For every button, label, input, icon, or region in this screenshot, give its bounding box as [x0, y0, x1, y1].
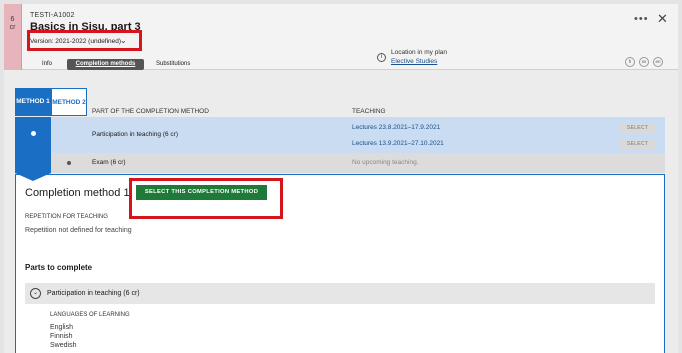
select-teaching-button[interactable]: SELECT: [620, 140, 655, 149]
tab-method-1[interactable]: METHOD 1: [15, 88, 51, 116]
tab-substitutions[interactable]: Substitutions: [156, 61, 190, 67]
info-icon: i: [377, 53, 386, 62]
course-modal: 6 cr TESTI-A1002 Basics in Sisu, part 3 …: [0, 0, 682, 353]
language-sv-button[interactable]: sv: [639, 57, 649, 67]
location-link[interactable]: Elective Studies: [391, 58, 437, 65]
language-item: English: [50, 324, 73, 331]
column-header-teaching: TEACHING: [352, 108, 386, 115]
panel-title: Completion method 1: [25, 187, 130, 199]
credits-badge: 6 cr: [4, 4, 22, 70]
dot-icon: [67, 161, 71, 165]
location-label: Location in my plan: [391, 49, 448, 56]
part-label: Participation in teaching (6 cr): [92, 131, 178, 138]
chevron-down-icon[interactable]: ⌄: [120, 36, 127, 45]
completion-method-panel: [15, 174, 665, 353]
tab-info[interactable]: Info: [42, 61, 52, 67]
part-label: Exam (6 cr): [92, 159, 126, 166]
teaching-link[interactable]: Lectures 23.8.2021–17.9.2021: [352, 124, 440, 131]
no-teaching-text: No upcoming teaching.: [352, 159, 419, 166]
language-fi-button[interactable]: fi: [625, 57, 635, 67]
close-icon[interactable]: ✕: [657, 11, 668, 27]
chevron-down-icon[interactable]: ⌄: [30, 288, 41, 299]
language-item: Finnish: [50, 333, 73, 340]
version-selector[interactable]: Version: 2021-2022 (undefined): [30, 38, 121, 45]
panel-pointer: [15, 173, 51, 181]
parts-title: Parts to complete: [25, 263, 93, 272]
tab-completion-methods[interactable]: Completion methods: [67, 59, 144, 70]
more-options-icon[interactable]: •••: [634, 13, 649, 25]
column-header-part: PART OF THE COMPLETION METHOD: [92, 108, 209, 115]
tab-method-2[interactable]: METHOD 2: [51, 88, 87, 116]
modal-header: TESTI-A1002 Basics in Sisu, part 3 Versi…: [22, 4, 678, 70]
language-en-button[interactable]: en: [653, 57, 663, 67]
repetition-text: Repetition not defined for teaching: [25, 227, 132, 234]
course-code: TESTI-A1002: [30, 12, 75, 19]
selected-dot-icon: [31, 131, 36, 136]
select-teaching-button[interactable]: SELECT: [620, 124, 655, 133]
languages-label: LANGUAGES OF LEARNING: [50, 312, 130, 318]
language-item: Swedish: [50, 342, 77, 349]
part-accordion-label[interactable]: Participation in teaching (6 cr): [47, 290, 140, 297]
select-method-highlight-box: [129, 178, 283, 219]
repetition-label: REPETITION FOR TEACHING: [25, 214, 108, 220]
row-method-marker: [15, 153, 51, 173]
teaching-link[interactable]: Lectures 13.9.2021–27.10.2021: [352, 140, 444, 147]
credits-number: 6: [10, 16, 15, 23]
credits-unit: cr: [9, 24, 16, 31]
